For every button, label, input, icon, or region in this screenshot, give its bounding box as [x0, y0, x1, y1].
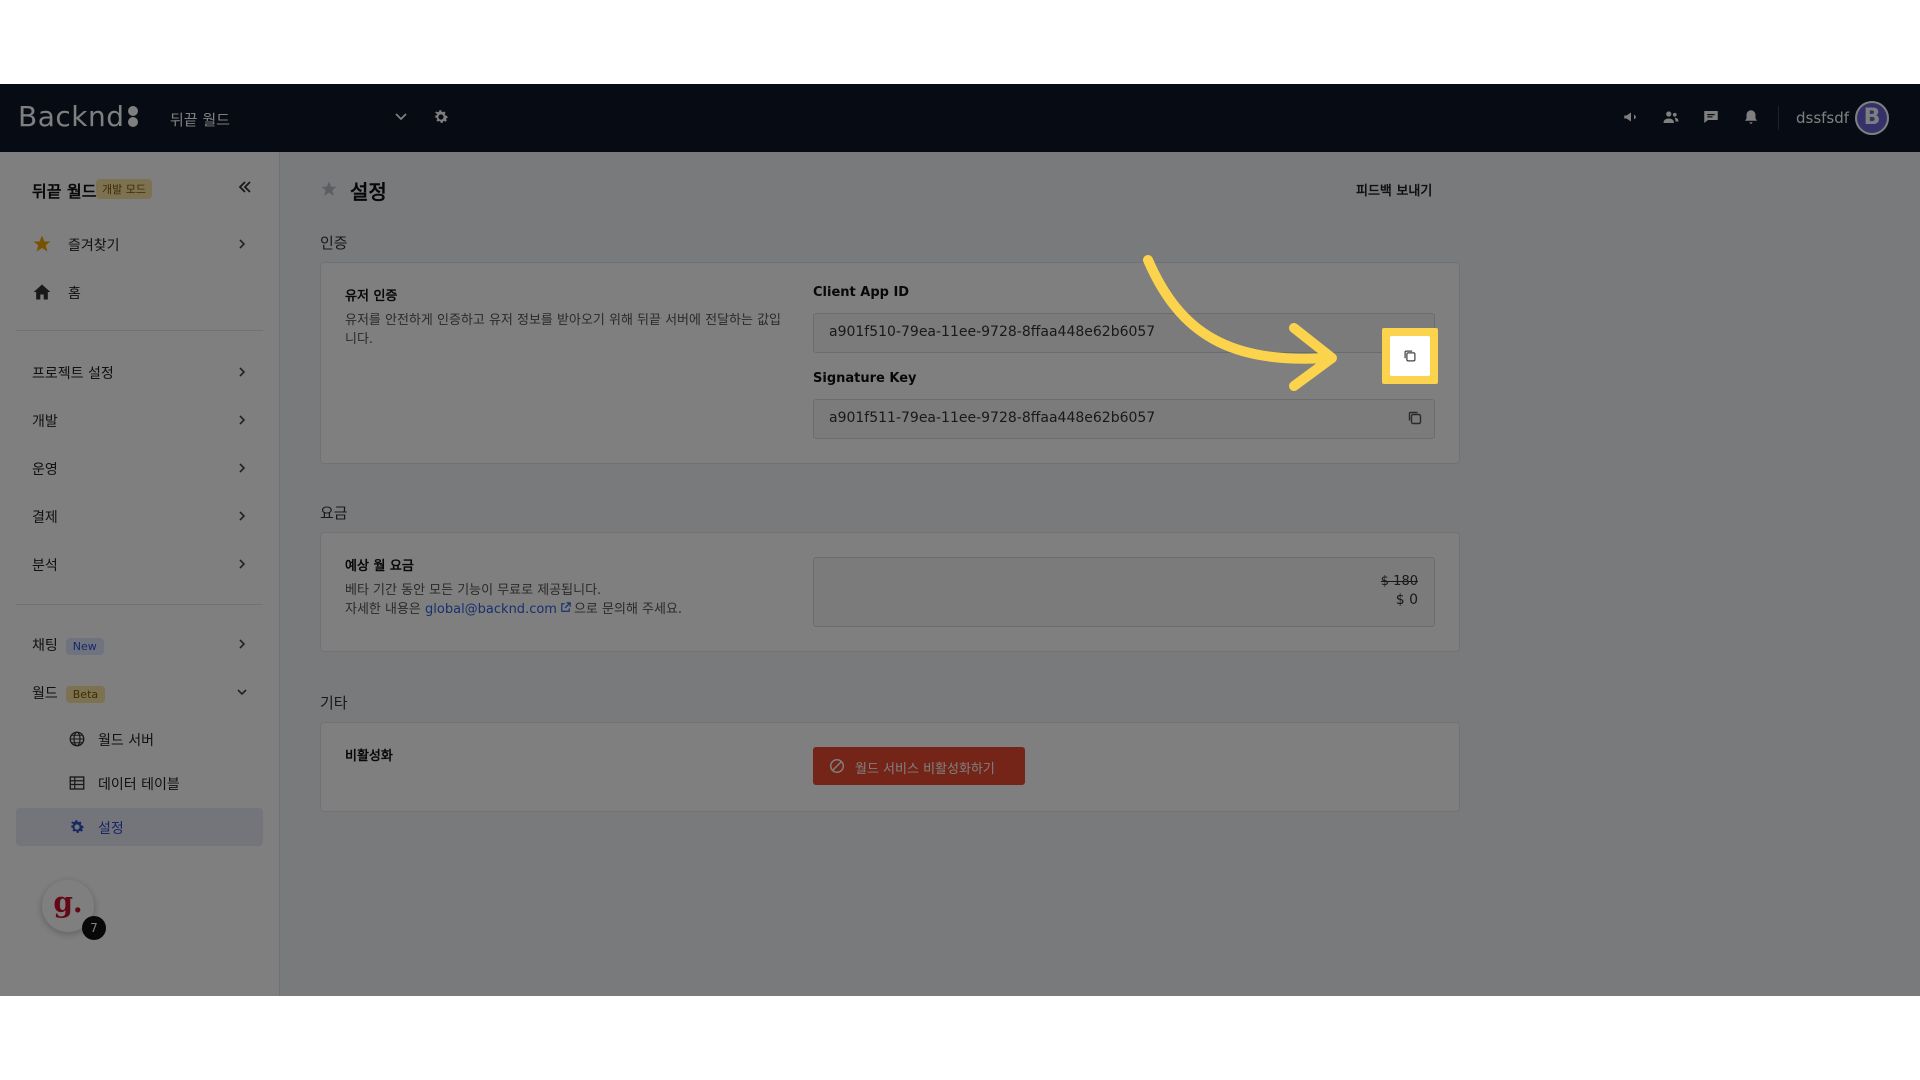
sidebar-item-label: 월드 서버 — [98, 733, 154, 749]
old-price: $ 180 — [1380, 574, 1418, 589]
sidebar-item-label-wrap: 월드 Beta — [32, 683, 106, 703]
chevron-right-icon — [239, 239, 246, 249]
table-icon — [69, 776, 85, 790]
user-name[interactable]: dssfsdf — [1796, 109, 1849, 127]
sidebar-item-label: 데이터 테이블 — [98, 777, 180, 793]
sidebar-item-world-server[interactable]: 월드 서버 — [16, 720, 263, 758]
support-email-link[interactable]: global@backnd.com — [425, 602, 557, 617]
sidebar-item-label: 프로젝트 설정 — [32, 366, 114, 382]
chevron-right-icon — [239, 367, 246, 377]
external-link-icon[interactable] — [559, 601, 572, 614]
main-content: 설정 피드백 보내기 인증 유저 인증 유저를 안전하게 인증하고 유저 정보를… — [280, 152, 1920, 996]
collapse-sidebar-icon[interactable] — [236, 178, 254, 196]
divider — [16, 330, 263, 331]
bell-icon[interactable] — [1742, 108, 1760, 126]
sidebar-item-settings[interactable]: 설정 — [16, 808, 263, 846]
sidebar-item-development[interactable]: 개발 — [16, 400, 263, 440]
billing-desc-line2: 자세한 내용은 global@backnd.com 으로 문의해 주세요. — [345, 600, 805, 619]
home-icon — [33, 284, 51, 300]
new-badge: New — [65, 638, 104, 655]
sidebar-item-operation[interactable]: 운영 — [16, 448, 263, 488]
beta-badge: Beta — [65, 686, 106, 703]
star-icon — [33, 235, 51, 252]
chevron-right-icon — [239, 559, 246, 569]
signature-key-value[interactable]: a901f511-79ea-11ee-9728-8ffaa448e62b6057 — [829, 410, 1155, 426]
sidebar-item-world[interactable]: 월드 Beta — [16, 672, 263, 712]
gear-icon — [71, 820, 85, 833]
card-description: 베타 기간 동안 모든 기능이 무료로 제공됩니다. 자세한 내용은 globa… — [345, 581, 805, 619]
chevron-right-icon — [239, 511, 246, 521]
sidebar-item-chatting[interactable]: 채팅 New — [16, 624, 263, 664]
chevron-down-icon[interactable] — [393, 108, 409, 124]
sidebar-item-label: 채팅 — [32, 638, 58, 654]
divider — [1778, 106, 1779, 130]
sidebar: 뒤끝 월드 개발 모드 즐겨찾기 홈 프로젝트 설정 개발 운영 결제 분석 채… — [0, 152, 280, 996]
chevron-right-icon — [239, 415, 246, 425]
billing-desc-suffix: 으로 문의해 주세요. — [573, 602, 683, 617]
sidebar-title: 뒤끝 월드 — [32, 182, 97, 201]
sidebar-item-label: 분석 — [32, 558, 58, 574]
sidebar-item-favorites[interactable]: 즐겨찾기 — [16, 224, 263, 264]
signature-key-label: Signature Key — [813, 371, 917, 386]
client-app-id-label: Client App ID — [813, 285, 910, 300]
dev-mode-badge: 개발 모드 — [96, 179, 152, 199]
signature-key-field[interactable]: a901f511-79ea-11ee-9728-8ffaa448e62b6057 — [813, 399, 1435, 439]
highlighted-copy-button[interactable] — [1382, 328, 1438, 384]
logo[interactable]: Backnd — [18, 100, 139, 133]
copy-button[interactable] — [1390, 336, 1430, 376]
other-card: 비활성화 월드 서비스 비활성화하기 — [320, 722, 1460, 812]
card-description: 유저를 안전하게 인증하고 유저 정보를 받아오기 위해 뒤끝 서버에 전달하는… — [345, 313, 782, 347]
sidebar-item-label: 결제 — [32, 510, 58, 526]
card-title: 예상 월 요금 — [345, 559, 414, 574]
ban-icon — [829, 758, 845, 774]
billing-card: 예상 월 요금 베타 기간 동안 모든 기능이 무료로 제공됩니다. 자세한 내… — [320, 532, 1460, 652]
client-app-id-value[interactable]: a901f510-79ea-11ee-9728-8ffaa448e62b6057 — [829, 324, 1155, 340]
sidebar-item-label: 개발 — [32, 414, 58, 430]
deactivate-world-button[interactable]: 월드 서비스 비활성화하기 — [813, 747, 1025, 785]
gear-icon[interactable] — [432, 108, 450, 126]
globe-icon — [69, 731, 85, 747]
sidebar-item-label: 설정 — [98, 821, 124, 837]
chevron-right-icon — [239, 639, 246, 649]
page-title: 설정 — [350, 180, 387, 204]
sidebar-item-label: 즐겨찾기 — [68, 238, 120, 254]
chevron-right-icon — [239, 463, 246, 473]
megaphone-icon[interactable] — [1622, 108, 1640, 126]
top-bar: Backnd 뒤끝 월드 dssfsdf B — [0, 84, 1920, 152]
estimated-price-box: $ 180 $ 0 — [813, 557, 1435, 627]
billing-desc-line1: 베타 기간 동안 모든 기능이 무료로 제공됩니다. — [345, 583, 602, 598]
users-icon[interactable] — [1662, 108, 1680, 126]
sidebar-item-label: 월드 — [32, 686, 58, 702]
project-selector-label[interactable]: 뒤끝 월드 — [170, 109, 230, 130]
section-title-auth: 인증 — [320, 234, 348, 252]
avatar[interactable]: B — [1855, 101, 1889, 135]
divider — [16, 604, 263, 605]
section-title-billing: 요금 — [320, 504, 348, 522]
chat-icon[interactable] — [1702, 108, 1720, 126]
deactivate-world-label: 월드 서비스 비활성화하기 — [855, 762, 995, 777]
current-price: $ 0 — [1395, 592, 1418, 608]
copy-icon[interactable] — [1406, 409, 1424, 427]
logo-mark-icon — [127, 106, 138, 127]
sidebar-item-home[interactable]: 홈 — [16, 272, 263, 312]
section-title-other: 기타 — [320, 694, 348, 712]
sidebar-item-analytics[interactable]: 분석 — [16, 544, 263, 584]
sidebar-item-label: 홈 — [68, 286, 81, 302]
copy-icon[interactable] — [1402, 348, 1418, 364]
feedback-button[interactable]: 피드백 보내기 — [1356, 180, 1432, 199]
sidebar-item-label: 운영 — [32, 462, 58, 478]
chevron-down-icon — [237, 689, 247, 696]
pointer-arrow-icon — [1143, 255, 1337, 391]
app-frame: Backnd 뒤끝 월드 dssfsdf B 뒤끝 월드 개발 모드 즐겨찾기 … — [0, 84, 1920, 996]
sidebar-item-label-wrap: 채팅 New — [32, 635, 104, 655]
sidebar-item-project-settings[interactable]: 프로젝트 설정 — [16, 352, 263, 392]
sidebar-item-data-table[interactable]: 데이터 테이블 — [16, 764, 263, 802]
sidebar-item-payment[interactable]: 결제 — [16, 496, 263, 536]
billing-desc-prefix: 자세한 내용은 — [345, 602, 426, 617]
logo-text: Backnd — [18, 100, 125, 133]
card-title: 비활성화 — [345, 749, 393, 764]
card-title: 유저 인증 — [345, 289, 398, 304]
unread-count-badge: 7 — [82, 916, 106, 940]
star-icon[interactable] — [320, 180, 338, 198]
